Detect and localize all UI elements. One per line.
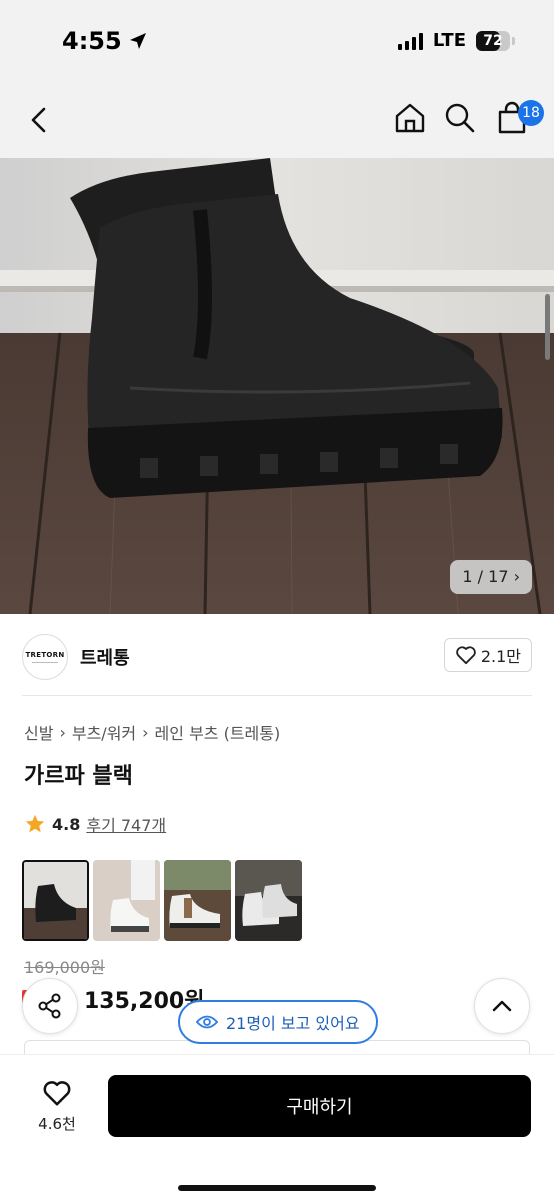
status-time: 4:55 — [62, 27, 148, 55]
black-boot-thumb-image — [24, 862, 87, 939]
bottom-action-bar: 4.6천 구매하기 — [0, 1054, 554, 1200]
divider — [22, 695, 532, 696]
heart-icon — [43, 1081, 71, 1106]
share-button[interactable] — [22, 978, 78, 1034]
back-button[interactable] — [24, 104, 56, 136]
buy-button[interactable]: 구매하기 — [108, 1075, 531, 1137]
status-bar: 4:55 LTE 72 — [0, 0, 554, 82]
brand-like-count: 2.1만 — [480, 647, 521, 666]
live-viewers-pill: 21명이 보고 있어요 — [178, 1000, 378, 1044]
rating-row: 4.8 후기 747개 — [24, 812, 166, 836]
breadcrumb-separator: › — [142, 722, 149, 742]
white-boot-floor-thumb-image — [164, 860, 231, 941]
home-indicator — [178, 1185, 376, 1191]
battery-percent: 72 — [483, 32, 503, 49]
status-indicators: LTE 72 — [397, 30, 515, 51]
breadcrumb-item-shoes[interactable]: 신발 — [24, 720, 53, 744]
wishlist-button[interactable]: 4.6천 — [30, 1079, 84, 1139]
product-title: 가르파 블랙 — [24, 764, 133, 789]
heart-icon — [456, 646, 476, 665]
battery-icon: 72 — [476, 30, 515, 51]
home-icon — [395, 103, 425, 133]
clock-text: 4:55 — [62, 27, 122, 55]
page-scrollbar[interactable] — [545, 294, 550, 360]
brand-logo[interactable]: TRETORN — [22, 634, 68, 680]
thumbnail-white-boot-floor[interactable] — [164, 860, 231, 941]
white-boot-styled-thumb-image — [93, 860, 160, 941]
search-button[interactable] — [442, 100, 478, 136]
original-price: 169,000원 — [24, 958, 105, 977]
location-arrow-icon — [129, 33, 146, 49]
buy-button-label: 구매하기 — [286, 1097, 353, 1118]
search-icon — [445, 103, 475, 133]
scroll-to-top-button[interactable] — [474, 978, 530, 1034]
eye-icon — [196, 1015, 218, 1029]
network-type: LTE — [432, 30, 466, 51]
brand-row[interactable]: TRETORN 트레통 2.1만 — [0, 614, 554, 696]
breadcrumb-separator: › — [59, 722, 66, 742]
wishlist-count: 4.6천 — [38, 1115, 76, 1133]
chevron-up-icon — [492, 1000, 512, 1012]
thumbnail-black-boot[interactable] — [22, 860, 89, 941]
breadcrumb-item-boots[interactable]: 부츠/워커 — [72, 720, 136, 744]
product-image-gallery[interactable]: 1 / 17 › — [0, 158, 554, 614]
rating-score: 4.8 — [52, 814, 81, 834]
top-nav: 18 — [0, 82, 554, 158]
brand-like-button[interactable]: 2.1만 — [443, 638, 532, 672]
signal-icon — [397, 32, 423, 50]
home-button[interactable] — [392, 100, 428, 136]
breadcrumb-item-rain-boots[interactable]: 레인 부츠 (트레통) — [155, 720, 281, 744]
star-icon — [25, 814, 45, 833]
product-photo-black-chelsea-boots — [0, 158, 554, 614]
reviews-link[interactable]: 후기 747개 — [86, 812, 166, 836]
brand-logo-text: TRETORN — [25, 651, 65, 659]
thumbnail-white-boot-pair[interactable] — [235, 860, 302, 941]
color-thumbnails — [22, 860, 302, 941]
image-counter[interactable]: 1 / 17 › — [450, 560, 532, 594]
breadcrumb: 신발 › 부츠/워커 › 레인 부츠 (트레통) — [24, 720, 280, 744]
cart-count-badge: 18 — [518, 100, 544, 126]
share-icon — [38, 993, 61, 1019]
chevron-left-icon — [31, 107, 46, 133]
brand-name[interactable]: 트레통 — [80, 644, 130, 670]
live-viewers-text: 21명이 보고 있어요 — [226, 1014, 360, 1033]
thumbnail-white-boot-styled[interactable] — [93, 860, 160, 941]
white-boot-pair-thumb-image — [235, 860, 302, 941]
